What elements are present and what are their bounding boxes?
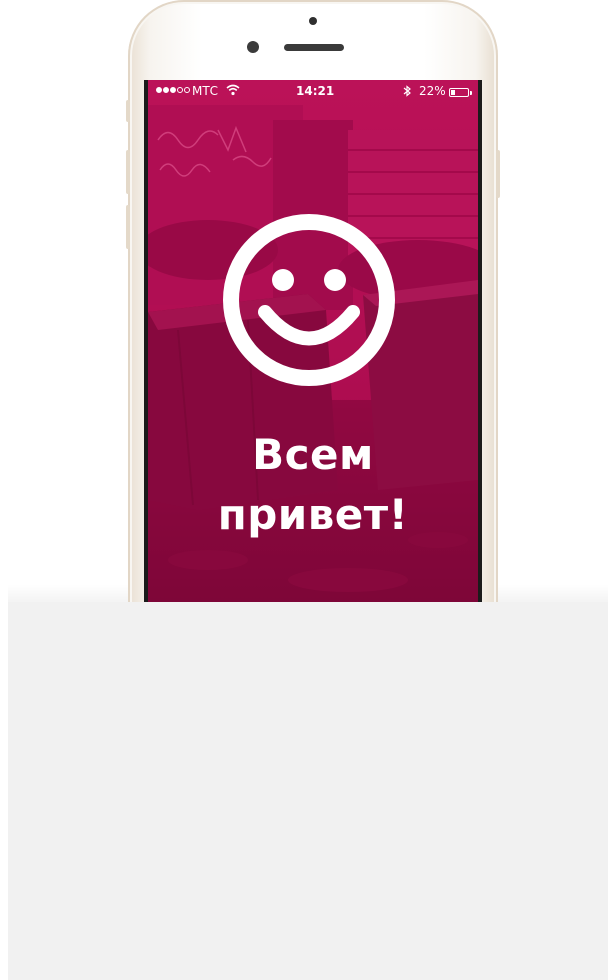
page: МТС 14:21 22% Всем привет! bbox=[0, 0, 616, 980]
battery-percent: 22% bbox=[419, 84, 446, 98]
signal-dot bbox=[177, 87, 183, 93]
mute-switch bbox=[126, 100, 130, 122]
smiley-mouth bbox=[258, 305, 360, 346]
carrier-name: МТС bbox=[192, 84, 219, 98]
signal-dot bbox=[170, 87, 176, 93]
greeting-line-1: Всем bbox=[252, 430, 374, 479]
battery-tip bbox=[470, 91, 472, 95]
greeting-line-2: привет! bbox=[217, 490, 409, 539]
smiley-icon bbox=[223, 214, 395, 386]
proximity-sensor bbox=[309, 17, 317, 25]
wifi-icon bbox=[226, 84, 240, 99]
volume-down-button bbox=[126, 205, 130, 249]
greeting-text: Всем привет! bbox=[148, 425, 478, 545]
smiley-face bbox=[258, 269, 360, 346]
bluetooth-icon bbox=[403, 85, 411, 100]
signal-dot bbox=[184, 87, 190, 93]
signal-strength-dots bbox=[156, 87, 190, 93]
phone-screen: МТС 14:21 22% Всем привет! bbox=[144, 80, 482, 620]
volume-up-button bbox=[126, 150, 130, 194]
battery-icon bbox=[449, 88, 469, 97]
signal-dot bbox=[156, 87, 162, 93]
power-button bbox=[496, 150, 500, 198]
grey-panel bbox=[8, 602, 608, 980]
earpiece-speaker bbox=[284, 44, 344, 51]
front-camera bbox=[247, 41, 259, 53]
signal-dot bbox=[163, 87, 169, 93]
status-time: 14:21 bbox=[296, 84, 335, 98]
status-bar: МТС 14:21 22% bbox=[148, 80, 478, 102]
battery-fill bbox=[451, 90, 455, 95]
smiley-right-eye bbox=[324, 269, 346, 291]
smiley-left-eye bbox=[272, 269, 294, 291]
